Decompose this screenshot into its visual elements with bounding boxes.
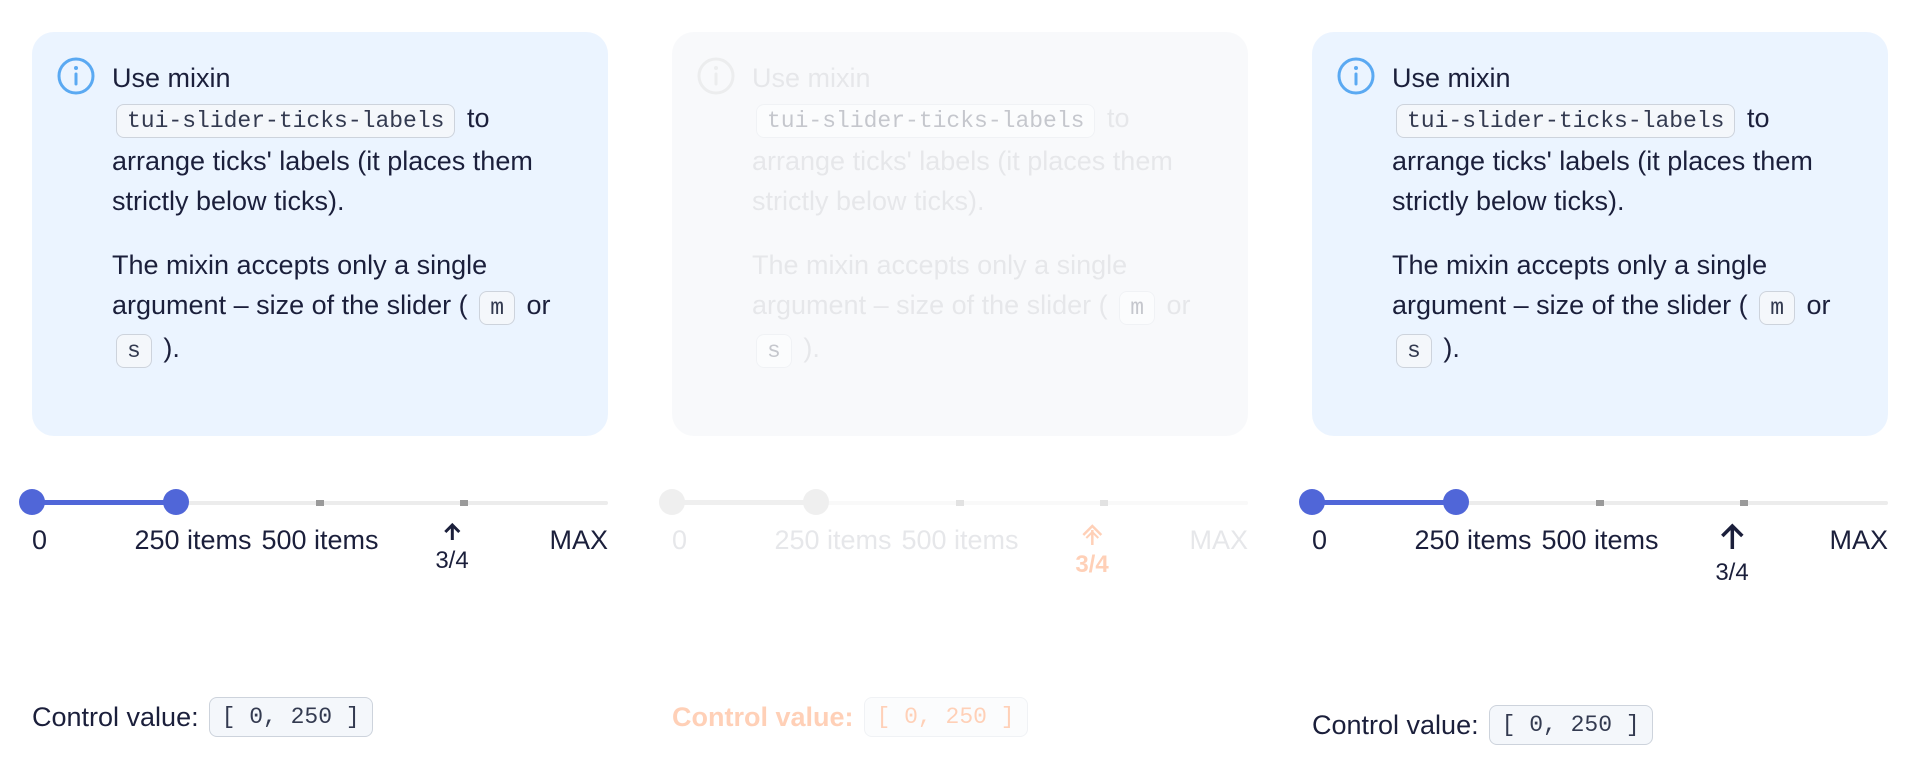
notification-text: ). xyxy=(803,333,820,363)
slider-thumb-start xyxy=(659,489,685,515)
control-value: Control value: [ 0, 250 ] xyxy=(1312,705,1657,745)
code-snippet: m xyxy=(1759,291,1795,325)
code-snippet: tui-slider-ticks-labels xyxy=(116,104,456,138)
range-slider[interactable] xyxy=(1299,488,1888,518)
notification-text: Use mixin xyxy=(112,63,231,93)
tick-label-500: 500 items xyxy=(261,525,379,555)
arrow-up-icon xyxy=(1082,524,1102,545)
range-slider[interactable] xyxy=(19,488,608,518)
info-notification: Use mixin tui-slider-ticks-labels to arra… xyxy=(672,32,1248,436)
notification-text: ). xyxy=(163,333,180,363)
notification-text: or xyxy=(1166,290,1191,320)
notification-text: The mixin accepts only a single argument… xyxy=(752,250,1128,320)
control-value-label: Control value: xyxy=(1312,709,1479,740)
slider-thumb-end[interactable] xyxy=(1443,489,1469,515)
slider-tick xyxy=(316,500,324,506)
notification-paragraph: Use mixin tui-slider-ticks-labels to arra… xyxy=(1392,58,1858,221)
code-snippet: s xyxy=(756,334,792,368)
control-value-code: [ 0, 250 ] xyxy=(1488,705,1653,745)
tick-label-max: MAX xyxy=(1189,525,1248,555)
slider-tick xyxy=(1596,500,1604,506)
code-snippet: m xyxy=(479,291,515,325)
tick-marker-three-quarters: 3/4 xyxy=(435,521,469,577)
arrow-up-icon xyxy=(443,522,461,540)
demo-panel: Use mixin tui-slider-ticks-labels to arra… xyxy=(1280,0,1920,782)
info-notification: Use mixin tui-slider-ticks-labels to arra… xyxy=(32,32,608,436)
tick-label-max: MAX xyxy=(549,525,608,555)
slider-range-fill xyxy=(672,500,816,505)
control-value: Control value: [ 0, 250 ] xyxy=(672,697,1032,737)
range-slider xyxy=(659,488,1248,518)
code-snippet: s xyxy=(116,334,152,368)
tick-marker-three-quarters: 3/4 xyxy=(1715,521,1749,589)
tick-fraction: 3/4 xyxy=(435,547,469,574)
notification-paragraph: The mixin accepts only a single argument… xyxy=(112,245,578,371)
tick-fraction: 3/4 xyxy=(1715,559,1749,586)
control-value: Control value: [ 0, 250 ] xyxy=(32,697,377,737)
ticks-labels: 0 250 items 500 items 3/4 MAX xyxy=(32,521,608,601)
tick-label-250: 250 items xyxy=(774,525,892,555)
notification-text: ). xyxy=(1443,333,1460,363)
control-value-code: [ 0, 250 ] xyxy=(208,697,373,737)
slider-range-fill xyxy=(1312,500,1456,505)
notification-text: Use mixin xyxy=(1392,63,1511,93)
tick-label-250: 250 items xyxy=(134,525,252,555)
tick-label-250: 250 items xyxy=(1414,525,1532,555)
code-snippet: s xyxy=(1396,334,1432,368)
slider-thumb-end[interactable] xyxy=(163,489,189,515)
ticks-labels: 0 250 items 500 items 3/4 MAX xyxy=(1312,521,1888,601)
control-value-label: Control value: xyxy=(672,701,854,732)
notification-paragraph: The mixin accepts only a single argument… xyxy=(1392,245,1858,371)
demo-panel-disabled: Use mixin tui-slider-ticks-labels to arra… xyxy=(640,0,1280,782)
info-circle-icon xyxy=(697,57,735,95)
slider-thumb-start[interactable] xyxy=(19,489,45,515)
info-notification: Use mixin tui-slider-ticks-labels to arra… xyxy=(1312,32,1888,436)
demo-panel: Use mixin tui-slider-ticks-labels to arra… xyxy=(0,0,640,782)
notification-paragraph: Use mixin tui-slider-ticks-labels to arra… xyxy=(112,58,578,221)
slider-thumb-start[interactable] xyxy=(1299,489,1325,515)
info-circle-icon xyxy=(1337,57,1375,95)
control-value-code: [ 0, 250 ] xyxy=(863,697,1028,737)
control-value-label: Control value: xyxy=(32,701,199,732)
code-snippet: m xyxy=(1119,291,1155,325)
slider-tick xyxy=(460,500,468,506)
tick-label-min: 0 xyxy=(1312,525,1328,555)
ticks-labels: 0 250 items 500 items 3/4 MAX xyxy=(672,521,1248,601)
tick-label-500: 500 items xyxy=(1541,525,1659,555)
slider-tick xyxy=(1740,500,1748,506)
notification-paragraph: Use mixin tui-slider-ticks-labels to arra… xyxy=(752,58,1218,221)
notification-text: The mixin accepts only a single argument… xyxy=(1392,250,1768,320)
tick-label-max: MAX xyxy=(1829,525,1888,555)
tick-label-min: 0 xyxy=(672,525,688,555)
notification-paragraph: The mixin accepts only a single argument… xyxy=(752,245,1218,371)
slider-thumb-end xyxy=(803,489,829,515)
info-circle-icon xyxy=(57,57,95,95)
tick-fraction: 3/4 xyxy=(1075,551,1109,578)
slider-demo-stage: Use mixin tui-slider-ticks-labels to arra… xyxy=(0,0,1920,782)
notification-text: Use mixin xyxy=(752,63,871,93)
slider-range-fill xyxy=(32,500,176,505)
tick-label-min: 0 xyxy=(32,525,48,555)
slider-tick xyxy=(956,500,964,506)
notification-text: The mixin accepts only a single argument… xyxy=(112,250,488,320)
tick-label-500: 500 items xyxy=(901,525,1019,555)
slider-tick xyxy=(1100,500,1108,506)
notification-text: or xyxy=(1806,290,1831,320)
tick-marker-three-quarters: 3/4 xyxy=(1075,521,1109,581)
code-snippet: tui-slider-ticks-labels xyxy=(1396,104,1736,138)
code-snippet: tui-slider-ticks-labels xyxy=(756,104,1096,138)
notification-text: or xyxy=(526,290,551,320)
arrow-up-icon xyxy=(1720,523,1744,549)
